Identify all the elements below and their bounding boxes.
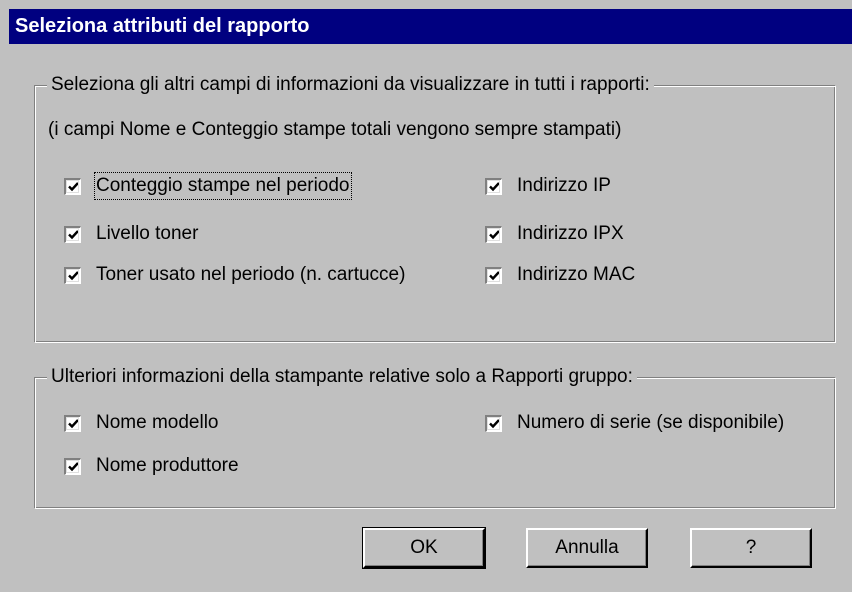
help-button[interactable]: ? [690, 528, 812, 568]
checkbox-label: Livello toner [96, 223, 199, 244]
checkbox-label: Indirizzo MAC [517, 264, 636, 285]
checkbox-label: Indirizzo IP [517, 175, 611, 196]
checkbox-mac-address[interactable]: Indirizzo MAC [485, 262, 635, 288]
checkbox-label: Toner usato nel periodo (n. cartucce) [96, 264, 406, 285]
checkbox-box[interactable] [64, 414, 81, 432]
window-title: Seleziona attributi del rapporto [15, 15, 310, 37]
checkbox-label: Numero di serie (se disponibile) [517, 412, 785, 433]
checkbox-box[interactable] [485, 414, 502, 432]
group-report-info-legend: Ulteriori informazioni della stampante r… [47, 365, 637, 389]
checkbox-serial-number[interactable]: Numero di serie (se disponibile) [485, 410, 784, 436]
checkbox-print-count-period[interactable]: Conteggio stampe nel periodo [64, 172, 352, 200]
checkbox-model-name[interactable]: Nome modello [64, 410, 219, 436]
checkbox-box[interactable] [64, 177, 81, 195]
checkbox-ip-address[interactable]: Indirizzo IP [485, 173, 611, 199]
checkbox-label: Nome produttore [96, 455, 239, 476]
dialog-window: Seleziona attributi del rapporto Selezio… [0, 0, 852, 592]
checkbox-box[interactable] [485, 266, 502, 284]
ok-button[interactable]: OK [362, 527, 486, 569]
checkbox-label: Nome modello [96, 412, 219, 433]
checkbox-manufacturer-name[interactable]: Nome produttore [64, 453, 239, 479]
checkbox-box[interactable] [64, 457, 81, 475]
report-fields-note: (i campi Nome e Conteggio stampe totali … [48, 119, 622, 140]
title-bar[interactable]: Seleziona attributi del rapporto [9, 9, 852, 44]
group-report-info-group: Ulteriori informazioni della stampante r… [34, 365, 836, 509]
checkbox-box[interactable] [485, 225, 502, 243]
checkbox-box[interactable] [64, 266, 81, 284]
checkbox-ipx-address[interactable]: Indirizzo IPX [485, 221, 624, 247]
checkbox-box[interactable] [485, 177, 502, 195]
checkbox-toner-used-period[interactable]: Toner usato nel periodo (n. cartucce) [64, 262, 405, 288]
checkbox-box[interactable] [64, 225, 81, 243]
checkbox-toner-level[interactable]: Livello toner [64, 221, 198, 247]
checkbox-label: Conteggio stampe nel periodo [94, 172, 352, 200]
cancel-button-label: Annulla [555, 537, 619, 558]
report-fields-legend: Seleziona gli altri campi di informazion… [47, 73, 654, 97]
help-button-label: ? [745, 537, 757, 558]
ok-button-label: OK [410, 537, 438, 558]
checkbox-label: Indirizzo IPX [517, 223, 624, 244]
cancel-button[interactable]: Annulla [526, 528, 648, 568]
